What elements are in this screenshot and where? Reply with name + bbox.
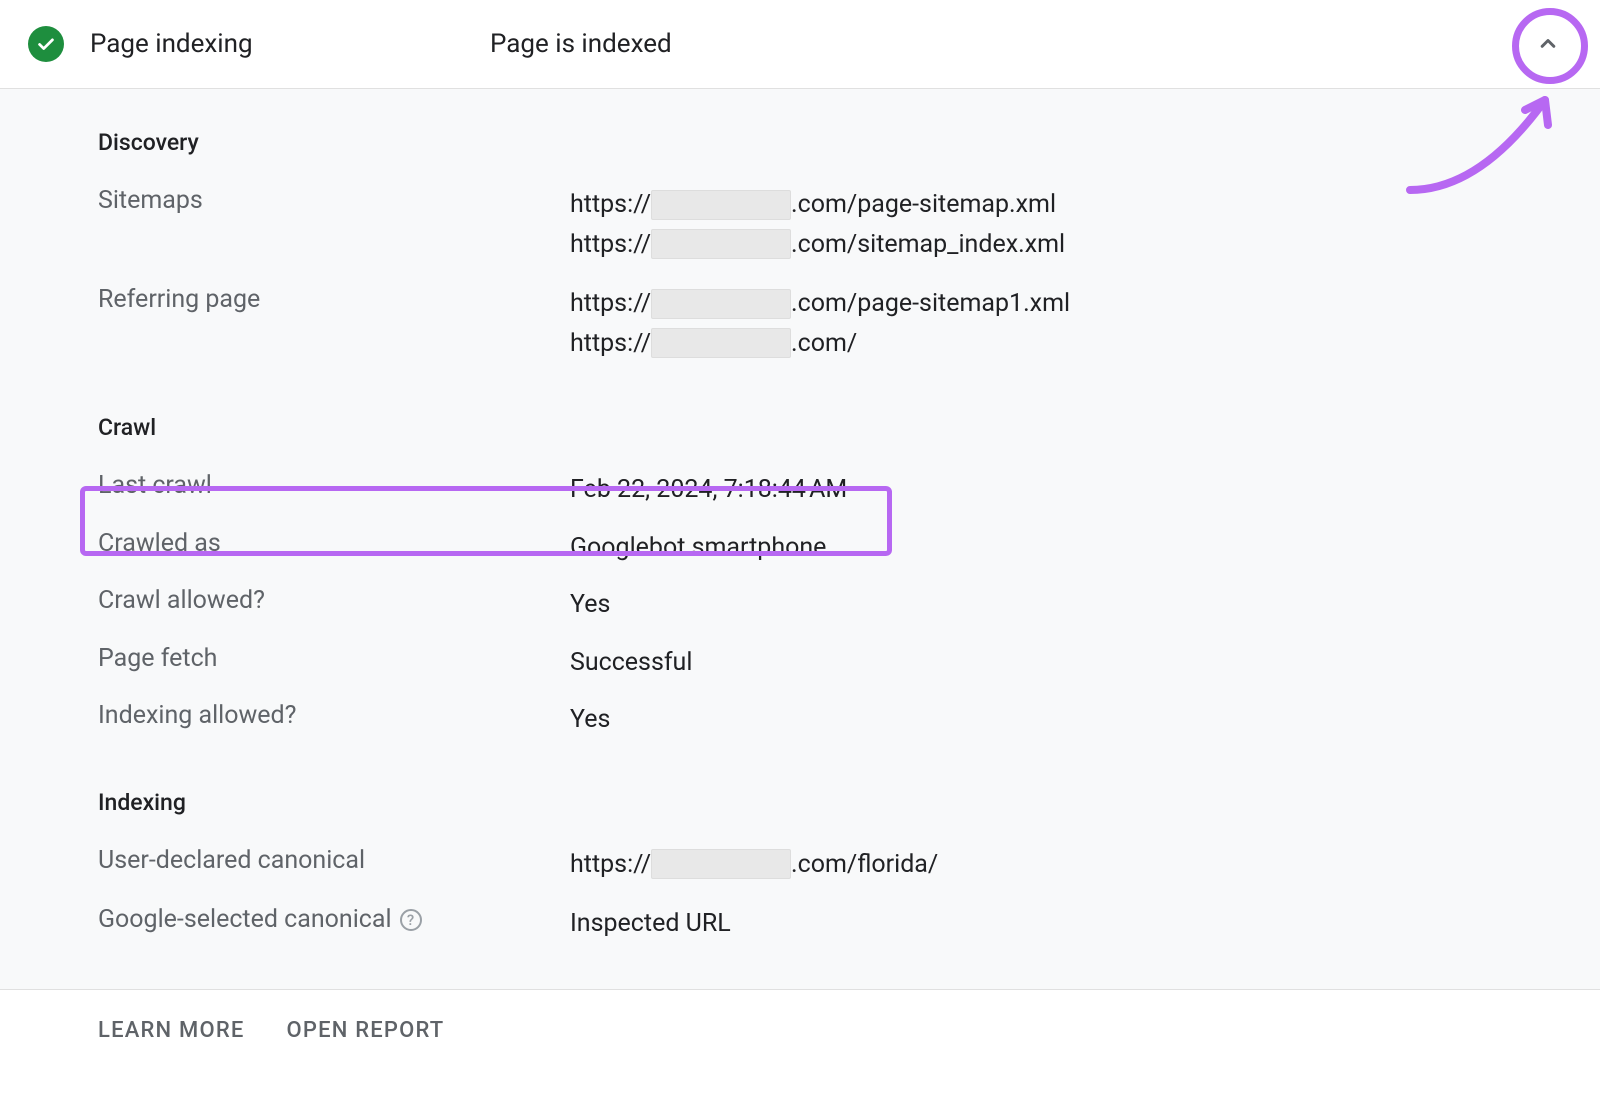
label-google-canonical: Google-selected canonical ? bbox=[98, 905, 570, 934]
value-crawled-as: Googlebot smartphone bbox=[570, 529, 826, 567]
card-title: Page indexing bbox=[90, 29, 490, 59]
row-user-canonical: User-declared canonical https://.com/flo… bbox=[98, 836, 1600, 896]
page-indexing-card: Page indexing Page is indexed Discovery … bbox=[0, 0, 1600, 1071]
status-success-icon bbox=[28, 26, 64, 62]
section-discovery: Discovery Sitemaps https://.com/page-sit… bbox=[0, 89, 1600, 380]
value-last-crawl: Feb 22, 2024, 7:18:44 AM bbox=[570, 471, 847, 509]
value-sitemaps: https://.com/page-sitemap.xml https://.c… bbox=[570, 186, 1065, 265]
row-last-crawl: Last crawl Feb 22, 2024, 7:18:44 AM bbox=[98, 461, 1600, 519]
label-crawl-allowed: Crawl allowed? bbox=[98, 586, 570, 615]
redacted-domain bbox=[651, 229, 791, 259]
row-page-fetch: Page fetch Successful bbox=[98, 634, 1600, 692]
redacted-domain bbox=[651, 328, 791, 358]
row-google-canonical: Google-selected canonical ? Inspected UR… bbox=[98, 895, 1600, 953]
value-user-canonical: https://.com/florida/ bbox=[570, 846, 938, 886]
value-page-fetch: Successful bbox=[570, 644, 692, 682]
chevron-up-icon bbox=[1534, 30, 1562, 58]
open-report-button[interactable]: OPEN REPORT bbox=[287, 1018, 445, 1043]
redacted-domain bbox=[651, 289, 791, 319]
row-sitemaps: Sitemaps https://.com/page-sitemap.xml h… bbox=[98, 176, 1600, 275]
section-title-indexing: Indexing bbox=[98, 789, 1600, 816]
label-last-crawl: Last crawl bbox=[98, 471, 570, 500]
section-indexing: Indexing User-declared canonical https:/… bbox=[0, 755, 1600, 989]
label-referring-page: Referring page bbox=[98, 285, 570, 314]
card-footer: LEARN MORE OPEN REPORT bbox=[0, 990, 1600, 1071]
label-user-canonical: User-declared canonical bbox=[98, 846, 570, 875]
value-google-canonical: Inspected URL bbox=[570, 905, 731, 943]
label-sitemaps: Sitemaps bbox=[98, 186, 570, 215]
card-body: Discovery Sitemaps https://.com/page-sit… bbox=[0, 89, 1600, 990]
card-status: Page is indexed bbox=[490, 29, 672, 59]
row-crawl-allowed: Crawl allowed? Yes bbox=[98, 576, 1600, 634]
section-title-crawl: Crawl bbox=[98, 414, 1600, 441]
collapse-button[interactable] bbox=[1526, 22, 1570, 66]
section-crawl: Crawl Last crawl Feb 22, 2024, 7:18:44 A… bbox=[0, 380, 1600, 755]
redacted-domain bbox=[651, 190, 791, 220]
learn-more-button[interactable]: LEARN MORE bbox=[98, 1018, 245, 1043]
section-title-discovery: Discovery bbox=[98, 129, 1600, 156]
row-referring-page: Referring page https://.com/page-sitemap… bbox=[98, 275, 1600, 374]
value-referring-page: https://.com/page-sitemap1.xml https://.… bbox=[570, 285, 1070, 364]
label-page-fetch: Page fetch bbox=[98, 644, 570, 673]
label-crawled-as: Crawled as bbox=[98, 529, 570, 558]
label-indexing-allowed: Indexing allowed? bbox=[98, 701, 570, 730]
card-header[interactable]: Page indexing Page is indexed bbox=[0, 0, 1600, 89]
row-crawled-as: Crawled as Googlebot smartphone bbox=[98, 519, 1600, 577]
row-indexing-allowed: Indexing allowed? Yes bbox=[98, 691, 1600, 749]
value-crawl-allowed: Yes bbox=[570, 586, 610, 624]
value-indexing-allowed: Yes bbox=[570, 701, 610, 739]
redacted-domain bbox=[651, 849, 791, 879]
help-icon[interactable]: ? bbox=[400, 909, 422, 931]
